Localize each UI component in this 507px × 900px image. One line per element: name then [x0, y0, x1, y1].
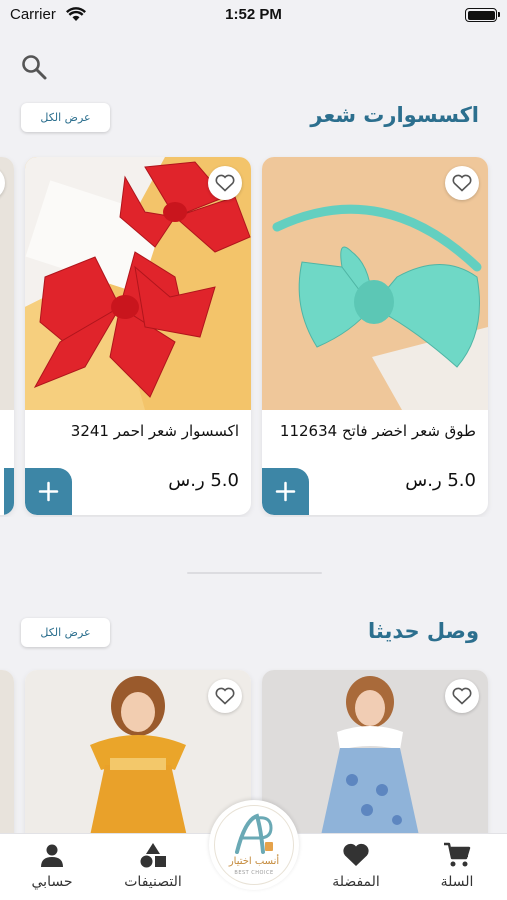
logo-subtext: BEST CHOICE: [234, 870, 274, 876]
view-all-button[interactable]: عرض الكل: [21, 103, 110, 132]
add-to-cart-button[interactable]: [4, 468, 14, 515]
tab-label: حسابي: [31, 874, 73, 890]
tab-label: المفضلة: [332, 874, 380, 890]
product-rail-hair-accessories: اكسسوار شعر احمر 3241 5.0 ر.س طوق شعر اخ…: [0, 155, 507, 517]
product-card[interactable]: [262, 670, 488, 833]
product-price: 5.0 ر.س: [405, 470, 476, 491]
person-icon: [41, 844, 63, 867]
favorite-button[interactable]: [208, 679, 242, 713]
add-to-cart-button[interactable]: [25, 468, 72, 515]
heart-filled-icon: [343, 843, 369, 866]
add-to-cart-button[interactable]: [262, 468, 309, 515]
shapes-icon: [140, 843, 166, 868]
logo-icon: [235, 813, 273, 854]
view-all-button[interactable]: عرض الكل: [21, 618, 110, 647]
clock-label: 1:52 PM: [225, 6, 282, 23]
favorite-button[interactable]: [445, 679, 479, 713]
product-price: 5.0 ر.س: [168, 470, 239, 491]
product-card[interactable]: اكسسوار شعر احمر 3241 5.0 ر.س: [25, 157, 251, 515]
favorite-button[interactable]: [208, 166, 242, 200]
product-name: اكسسوار شعر احمر 3241: [70, 422, 239, 440]
logo-text: أنسب اختيار: [228, 856, 280, 867]
product-image: [0, 670, 14, 833]
product-image: [0, 157, 14, 410]
product-card[interactable]: طوق شعر اخضر فاتح 112634 5.0 ر.س: [262, 157, 488, 515]
product-card-partial[interactable]: [0, 157, 14, 515]
section-title-hair-accessories: اكسسوارت شعر: [310, 103, 479, 127]
product-card-partial[interactable]: [0, 670, 14, 833]
tab-cart[interactable]: السلة: [412, 842, 502, 890]
home-logo-button[interactable]: أنسب اختيار BEST CHOICE: [209, 800, 299, 890]
status-bar: Carrier 1:52 PM: [0, 0, 507, 34]
tab-categories[interactable]: التصنيفات: [108, 842, 198, 890]
tab-favorites[interactable]: المفضلة: [311, 842, 401, 890]
tab-account[interactable]: حسابي: [7, 842, 97, 890]
battery-icon: [465, 8, 500, 22]
section-divider: [187, 572, 322, 574]
cart-icon: [444, 842, 471, 867]
tab-label: السلة: [440, 874, 474, 890]
product-card[interactable]: [25, 670, 251, 833]
favorite-button[interactable]: [445, 166, 479, 200]
search-icon[interactable]: [20, 53, 48, 81]
tab-label: التصنيفات: [124, 874, 182, 890]
product-name: طوق شعر اخضر فاتح 112634: [279, 422, 476, 440]
section-title-new-arrivals: وصل حديثا: [367, 619, 479, 643]
